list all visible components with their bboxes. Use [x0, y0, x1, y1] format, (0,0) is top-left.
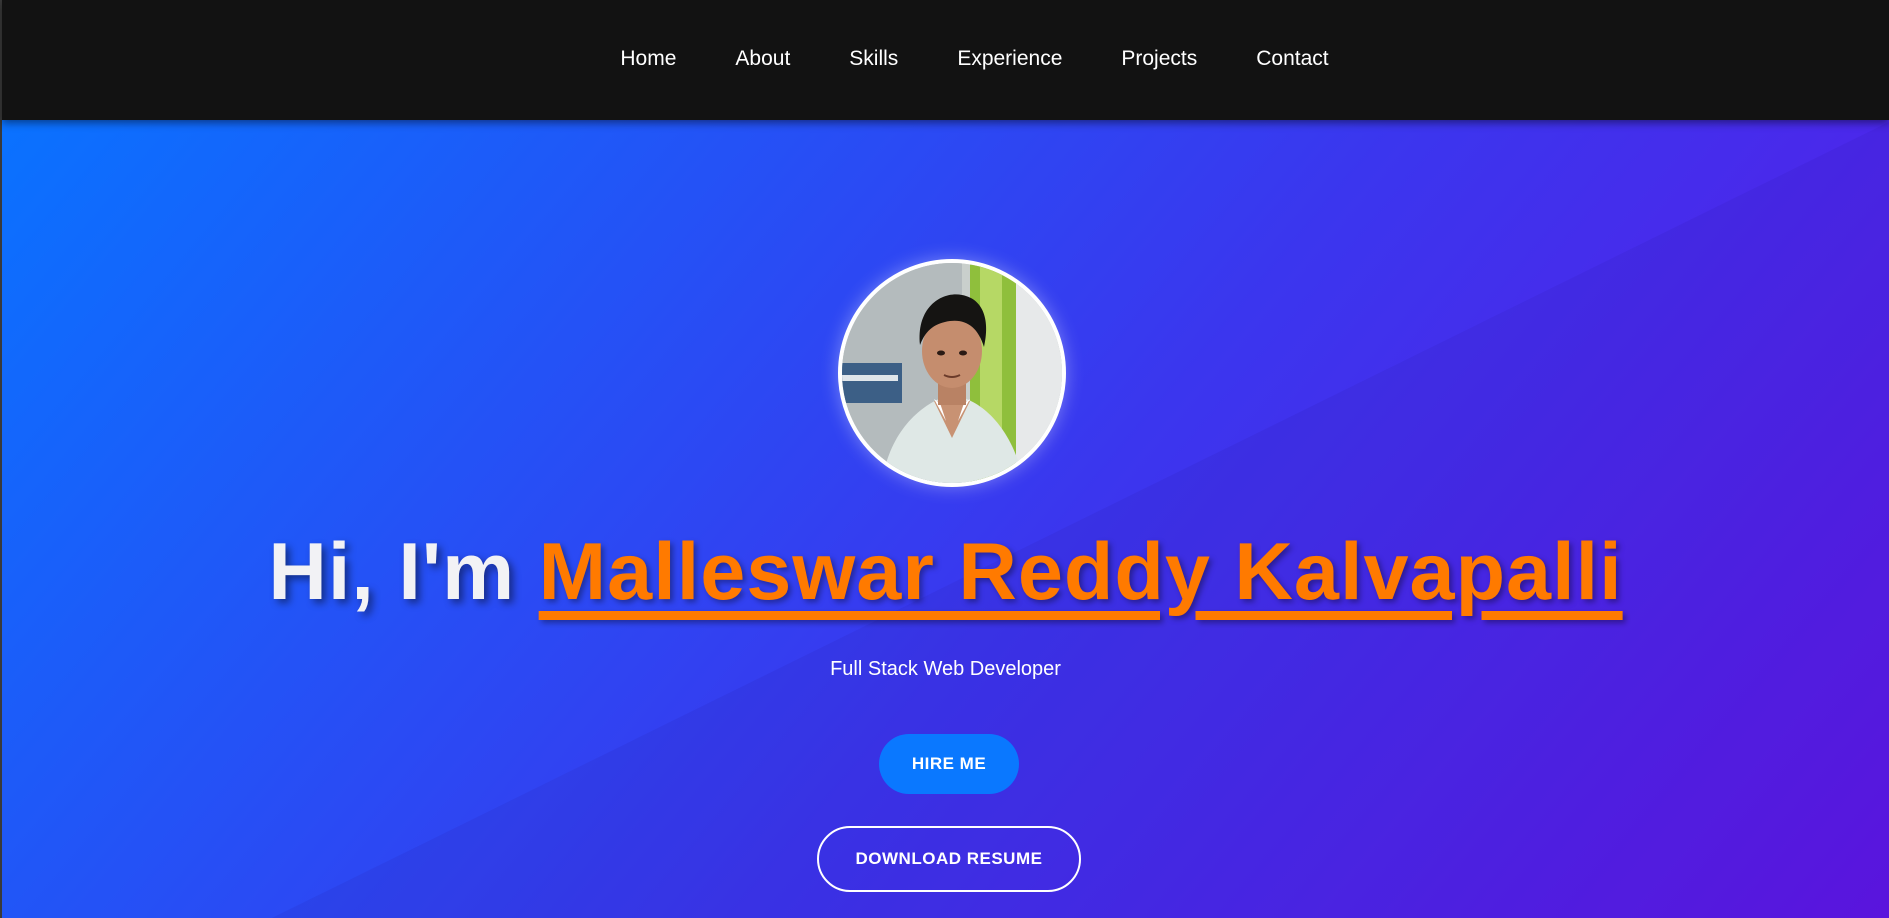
hero-section: Hi, I'm Malleswar Reddy Kalvapalli Full … [2, 120, 1889, 918]
profile-photo [842, 263, 1062, 483]
nav-link-projects[interactable]: Projects [1121, 45, 1197, 73]
hero-name: Malleswar Reddy Kalvapalli [538, 527, 1623, 617]
hero-headline: Hi, I'm Malleswar Reddy Kalvapalli [2, 522, 1889, 622]
nav-link-skills[interactable]: Skills [849, 45, 898, 73]
top-navbar: Home About Skills Experience Projects Co… [2, 0, 1889, 120]
nav-link-about[interactable]: About [735, 45, 790, 73]
nav-link-contact[interactable]: Contact [1256, 45, 1328, 73]
hero-greeting: Hi, I'm [268, 527, 516, 617]
hero-subtitle: Full Stack Web Developer [830, 658, 1061, 680]
download-resume-button[interactable]: DOWNLOAD RESUME [817, 826, 1081, 892]
nav-link-experience[interactable]: Experience [957, 45, 1062, 73]
profile-avatar [838, 259, 1066, 487]
hero-diagonal-overlay [272, 122, 1889, 918]
nav-links: Home About Skills Experience Projects Co… [2, 45, 1889, 73]
hire-me-button[interactable]: HIRE ME [879, 734, 1019, 794]
nav-link-home[interactable]: Home [620, 45, 676, 73]
